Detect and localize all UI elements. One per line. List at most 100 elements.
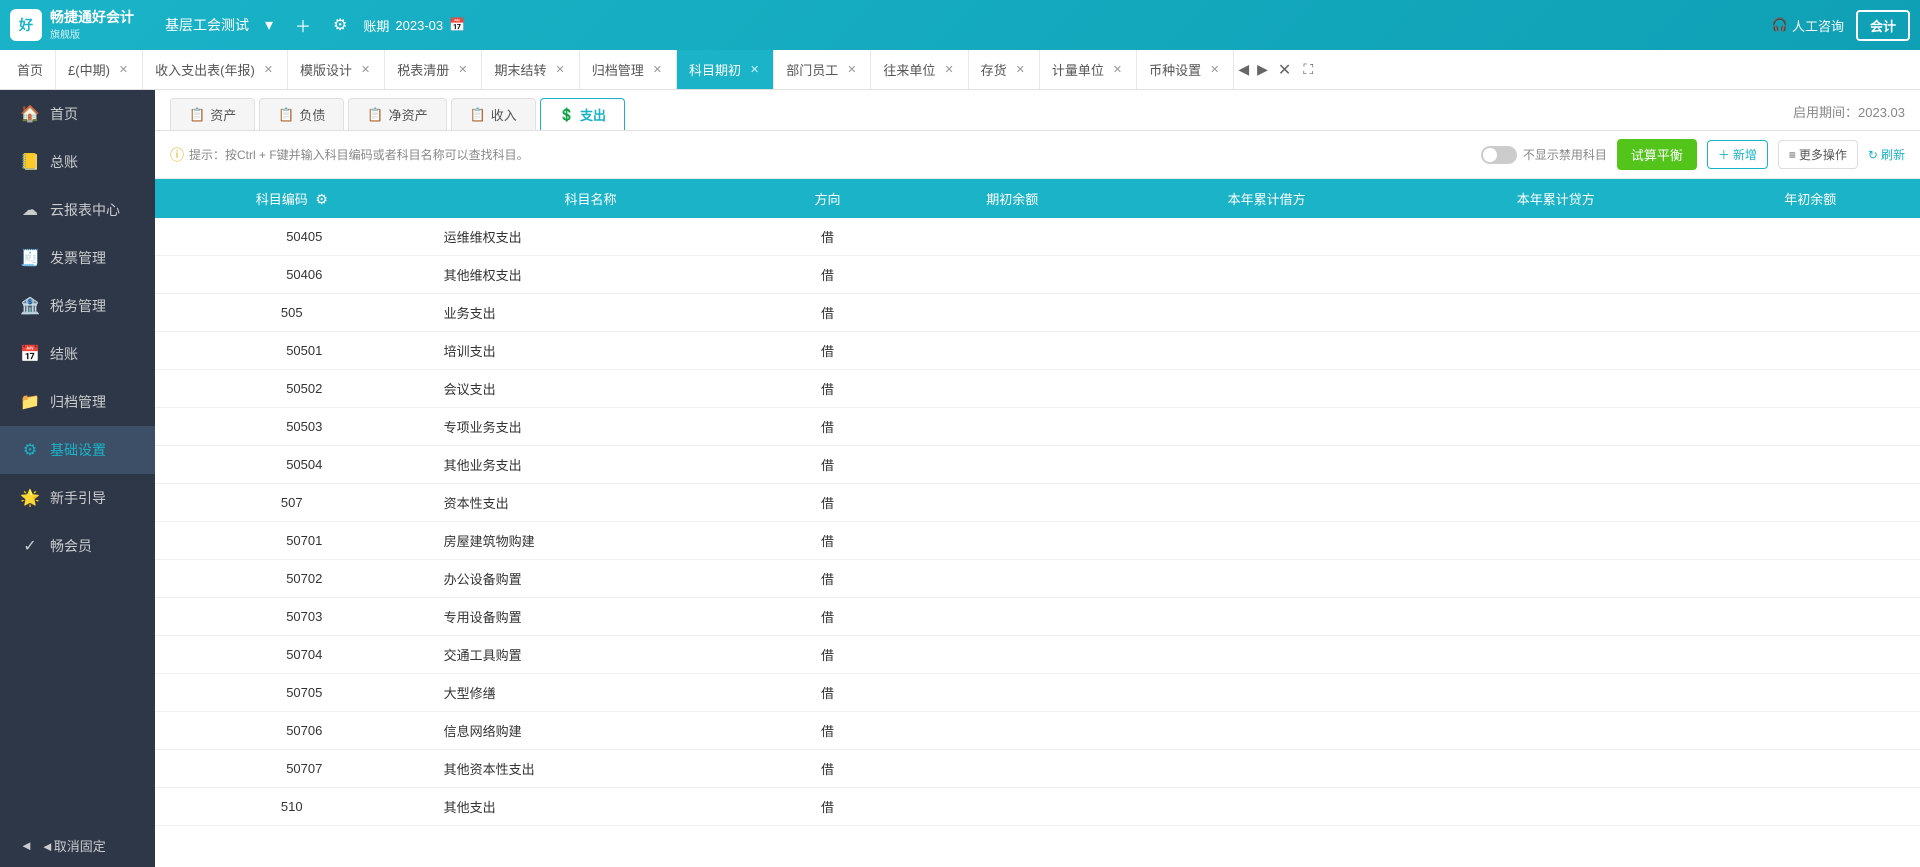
tab-close-archive[interactable]: ✕ bbox=[651, 63, 664, 76]
cell-name: 运维维权支出 bbox=[429, 218, 753, 256]
sub-tab-label-income: 收入 bbox=[491, 105, 517, 124]
sidebar-item-tax[interactable]: 🏦 税务管理 bbox=[0, 282, 155, 330]
cell-ytd-debit bbox=[1122, 598, 1411, 636]
tab-close-tax[interactable]: ✕ bbox=[456, 63, 469, 76]
sidebar-item-report[interactable]: ☁ 云报表中心 bbox=[0, 186, 155, 234]
sidebar-item-guide[interactable]: 🌟 新手引导 bbox=[0, 474, 155, 522]
hint-icon: ⓘ bbox=[170, 145, 184, 165]
tab-subject-init[interactable]: 科目期初 ✕ bbox=[677, 50, 774, 89]
sidebar-item-invoice[interactable]: 🧾 发票管理 bbox=[0, 234, 155, 282]
tab-template[interactable]: 模版设计 ✕ bbox=[288, 50, 385, 89]
tab-close-income[interactable]: ✕ bbox=[262, 63, 275, 76]
more-icon: ≡ bbox=[1789, 148, 1796, 162]
report-icon: ☁ bbox=[20, 200, 40, 220]
cell-code: 50406 bbox=[155, 256, 429, 294]
tab-prev-btn[interactable]: ◀ bbox=[1234, 50, 1253, 89]
refresh-btn[interactable]: ↻ 刷新 bbox=[1868, 146, 1905, 163]
table-row[interactable]: 507资本性支出借 bbox=[155, 484, 1920, 522]
cell-code: 50504 bbox=[155, 446, 429, 484]
tab-close-template[interactable]: ✕ bbox=[359, 63, 372, 76]
add-label: 新增 bbox=[1733, 146, 1757, 163]
tab-department[interactable]: 部门员工 ✕ bbox=[774, 50, 871, 89]
cell-direction: 借 bbox=[753, 408, 903, 446]
table-row[interactable]: 50705大型修缮借 bbox=[155, 674, 1920, 712]
cell-year-opening bbox=[1700, 484, 1920, 522]
calendar-icon[interactable]: 📅 bbox=[449, 17, 465, 33]
invoice-icon: 🧾 bbox=[20, 248, 40, 268]
tab-close-measure[interactable]: ✕ bbox=[1111, 63, 1124, 76]
tab-currency[interactable]: 币种设置 ✕ bbox=[1137, 50, 1234, 89]
tab-unit[interactable]: 往来单位 ✕ bbox=[871, 50, 968, 89]
add-company-btn[interactable]: ＋ bbox=[289, 11, 317, 39]
service-btn[interactable]: 🎧 人工咨询 bbox=[1772, 16, 1844, 35]
cell-ytd-debit bbox=[1122, 522, 1411, 560]
company-name[interactable]: 基层工会测试 bbox=[165, 15, 249, 35]
tab-expand-btn[interactable]: ⛶ bbox=[1297, 50, 1319, 89]
plus-icon: ＋ bbox=[1718, 146, 1730, 163]
table-row[interactable]: 50501培训支出借 bbox=[155, 332, 1920, 370]
tab-close-inventory[interactable]: ✕ bbox=[1014, 63, 1027, 76]
calculate-btn[interactable]: 试算平衡 bbox=[1617, 139, 1697, 170]
column-settings-icon[interactable]: ⚙ bbox=[315, 191, 328, 207]
sidebar-item-member[interactable]: ✓ 畅会员 bbox=[0, 522, 155, 570]
guide-icon: 🌟 bbox=[20, 488, 40, 508]
cell-ytd-debit bbox=[1122, 484, 1411, 522]
sidebar-item-settings[interactable]: ⚙ 基础设置 bbox=[0, 426, 155, 474]
table-wrapper[interactable]: 科目编码 ⚙ 科目名称 方向 期初余额 本年累计借方 本年累计贷方 年初余额 5… bbox=[155, 179, 1920, 867]
more-btn[interactable]: ≡ 更多操作 bbox=[1778, 140, 1858, 169]
table-row[interactable]: 50503专项业务支出借 bbox=[155, 408, 1920, 446]
tab-income[interactable]: 收入支出表(年报) ✕ bbox=[143, 50, 288, 89]
tab-close-unit[interactable]: ✕ bbox=[942, 63, 955, 76]
cell-name: 交通工具购置 bbox=[429, 636, 753, 674]
table-row[interactable]: 50706信息网络购建借 bbox=[155, 712, 1920, 750]
tab-close-subject[interactable]: ✕ bbox=[748, 63, 761, 76]
sub-tab-income[interactable]: 📋 收入 bbox=[451, 98, 536, 130]
sidebar-item-archive[interactable]: 📁 归档管理 bbox=[0, 378, 155, 426]
table-row[interactable]: 50405运维维权支出借 bbox=[155, 218, 1920, 256]
sub-tab-expense[interactable]: 💲 支出 bbox=[540, 98, 625, 130]
table-row[interactable]: 50704交通工具购置借 bbox=[155, 636, 1920, 674]
sidebar: 🏠 首页 📒 总账 ☁ 云报表中心 🧾 发票管理 🏦 税务管理 📅 结账 📁 归… bbox=[0, 90, 155, 867]
cell-name: 会议支出 bbox=[429, 370, 753, 408]
toggle-label: 不显示禁用科目 bbox=[1523, 146, 1607, 163]
add-btn[interactable]: ＋ 新增 bbox=[1707, 140, 1768, 169]
cell-ytd-credit bbox=[1411, 408, 1700, 446]
sidebar-item-close[interactable]: 📅 结账 bbox=[0, 330, 155, 378]
sidebar-item-ledger[interactable]: 📒 总账 bbox=[0, 138, 155, 186]
tab-tax[interactable]: 税表清册 ✕ bbox=[385, 50, 482, 89]
cell-year-opening bbox=[1700, 218, 1920, 256]
tab-close-all-btn[interactable]: ✕ bbox=[1272, 50, 1297, 89]
tab-close-period[interactable]: ✕ bbox=[117, 63, 130, 76]
tab-inventory[interactable]: 存货 ✕ bbox=[969, 50, 1040, 89]
kuaiji-btn[interactable]: 会计 bbox=[1856, 10, 1910, 41]
sub-tab-asset[interactable]: 📋 资产 bbox=[170, 98, 255, 130]
tab-close-period-end[interactable]: ✕ bbox=[554, 63, 567, 76]
table-row[interactable]: 50406其他维权支出借 bbox=[155, 256, 1920, 294]
table-row[interactable]: 50702办公设备购置借 bbox=[155, 560, 1920, 598]
sub-tab-net-asset[interactable]: 📋 净资产 bbox=[348, 98, 446, 130]
sidebar-pin-toggle[interactable]: ◄ ◄取消固定 bbox=[0, 824, 155, 867]
tab-period-end[interactable]: 期末结转 ✕ bbox=[482, 50, 579, 89]
table-row[interactable]: 50502会议支出借 bbox=[155, 370, 1920, 408]
tab-measure[interactable]: 计量单位 ✕ bbox=[1040, 50, 1137, 89]
table-row[interactable]: 50504其他业务支出借 bbox=[155, 446, 1920, 484]
tab-close-currency[interactable]: ✕ bbox=[1208, 63, 1221, 76]
settings-btn[interactable]: ⚙ bbox=[327, 13, 353, 37]
tab-archive[interactable]: 归档管理 ✕ bbox=[580, 50, 677, 89]
table-row[interactable]: 50703专用设备购置借 bbox=[155, 598, 1920, 636]
sub-tab-liability[interactable]: 📋 负债 bbox=[259, 98, 344, 130]
toggle-disabled-subjects[interactable]: 不显示禁用科目 bbox=[1481, 146, 1607, 164]
sidebar-item-home[interactable]: 🏠 首页 bbox=[0, 90, 155, 138]
tab-period[interactable]: £(中期) ✕ bbox=[56, 50, 143, 89]
tab-next-btn[interactable]: ▶ bbox=[1253, 50, 1272, 89]
table-row[interactable]: 505业务支出借 bbox=[155, 294, 1920, 332]
tab-close-dept[interactable]: ✕ bbox=[845, 63, 858, 76]
company-dropdown-btn[interactable]: ▾ bbox=[259, 13, 279, 37]
income-icon: 📋 bbox=[470, 107, 486, 123]
table-row[interactable]: 50701房屋建筑物购建借 bbox=[155, 522, 1920, 560]
period-info: 账期 2023-03 📅 bbox=[363, 16, 465, 35]
table-row[interactable]: 510其他支出借 bbox=[155, 788, 1920, 826]
header-middle: 基层工会测试 ▾ ＋ ⚙ 账期 2023-03 📅 bbox=[165, 11, 1772, 39]
table-row[interactable]: 50707其他资本性支出借 bbox=[155, 750, 1920, 788]
tab-home[interactable]: 首页 bbox=[5, 50, 56, 89]
